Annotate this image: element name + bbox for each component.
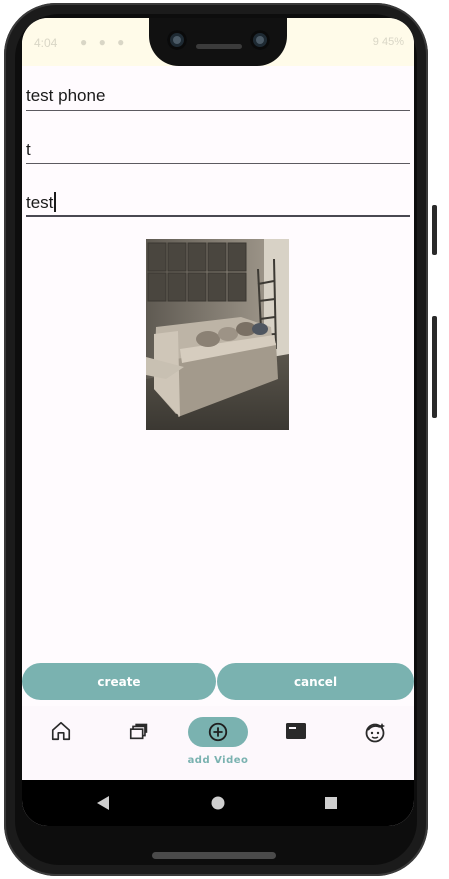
selected-image-preview[interactable] bbox=[146, 239, 289, 430]
earpiece-speaker bbox=[196, 44, 242, 49]
status-battery: 9 45% bbox=[372, 36, 404, 48]
name-field-value: test phone bbox=[26, 86, 106, 105]
add-circle-icon bbox=[208, 722, 228, 742]
media-card-icon bbox=[286, 723, 306, 739]
nav-item-library[interactable] bbox=[100, 706, 178, 780]
system-navigation-bar bbox=[22, 780, 414, 826]
face-icon bbox=[365, 723, 385, 743]
front-camera-icon bbox=[250, 30, 270, 50]
camera-notch bbox=[149, 18, 287, 66]
second-field[interactable]: t bbox=[26, 140, 410, 164]
status-time: 4:04 bbox=[34, 36, 58, 50]
recents-icon[interactable] bbox=[324, 795, 338, 811]
cancel-button[interactable]: cancel bbox=[217, 663, 414, 700]
back-icon[interactable] bbox=[96, 795, 110, 811]
bottom-speaker-grill bbox=[152, 852, 276, 859]
front-camera-icon bbox=[167, 30, 187, 50]
volume-button bbox=[432, 316, 437, 418]
bottom-navigation: add Video bbox=[22, 706, 414, 780]
library-icon bbox=[129, 723, 148, 740]
text-cursor bbox=[54, 192, 57, 212]
home-icon bbox=[51, 721, 71, 741]
app-screen: 4:04 ● ● ● 9 45% test phone t test creat… bbox=[22, 18, 414, 826]
second-field-value: t bbox=[26, 140, 31, 159]
nav-label-add-video: add Video bbox=[187, 755, 249, 766]
nav-item-profile[interactable] bbox=[336, 706, 414, 780]
third-field-value: test bbox=[26, 193, 54, 212]
name-field[interactable]: test phone bbox=[26, 86, 410, 111]
home-circle-icon[interactable] bbox=[211, 795, 225, 811]
nav-item-home[interactable] bbox=[22, 706, 100, 780]
nav-item-media[interactable] bbox=[257, 706, 335, 780]
status-notification-icons: ● ● ● bbox=[80, 35, 129, 49]
create-button[interactable]: create bbox=[22, 663, 216, 700]
power-button bbox=[432, 205, 437, 255]
nav-item-add-video[interactable]: add Video bbox=[179, 706, 257, 780]
third-field[interactable]: test bbox=[26, 192, 410, 217]
